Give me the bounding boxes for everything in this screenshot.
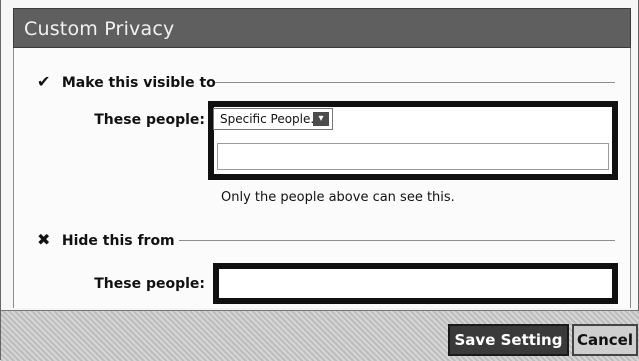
visible-section-divider (215, 82, 615, 83)
visible-people-hint: Only the people above can see this. (221, 190, 455, 205)
visible-section-title: Make this visible to (61, 75, 216, 91)
visible-people-select[interactable]: Specific People... ▾ (213, 108, 333, 130)
cancel-button[interactable]: Cancel (572, 324, 638, 356)
chevron-down-icon[interactable]: ▾ (313, 112, 329, 126)
dialog-title: Custom Privacy (24, 18, 175, 40)
save-setting-button[interactable]: Save Setting (448, 324, 569, 356)
visible-people-label: These people: (94, 112, 205, 128)
custom-privacy-dialog: Custom Privacy ✔ Make this visible to Th… (0, 0, 639, 361)
dialog-title-bar: Custom Privacy (13, 8, 631, 48)
x-icon: ✖ (37, 230, 51, 249)
visible-people-select-value: Specific People... (220, 112, 322, 126)
hide-section-title: Hide this from (61, 233, 175, 249)
visible-people-input[interactable] (217, 143, 609, 170)
hide-people-label: These people: (94, 276, 205, 292)
visible-section-heading: ✔ Make this visible to (37, 72, 216, 91)
checkmark-icon: ✔ (37, 72, 51, 91)
hide-people-input[interactable] (213, 263, 618, 304)
hide-section-heading: ✖ Hide this from (37, 230, 175, 249)
hide-section-divider (179, 240, 615, 241)
